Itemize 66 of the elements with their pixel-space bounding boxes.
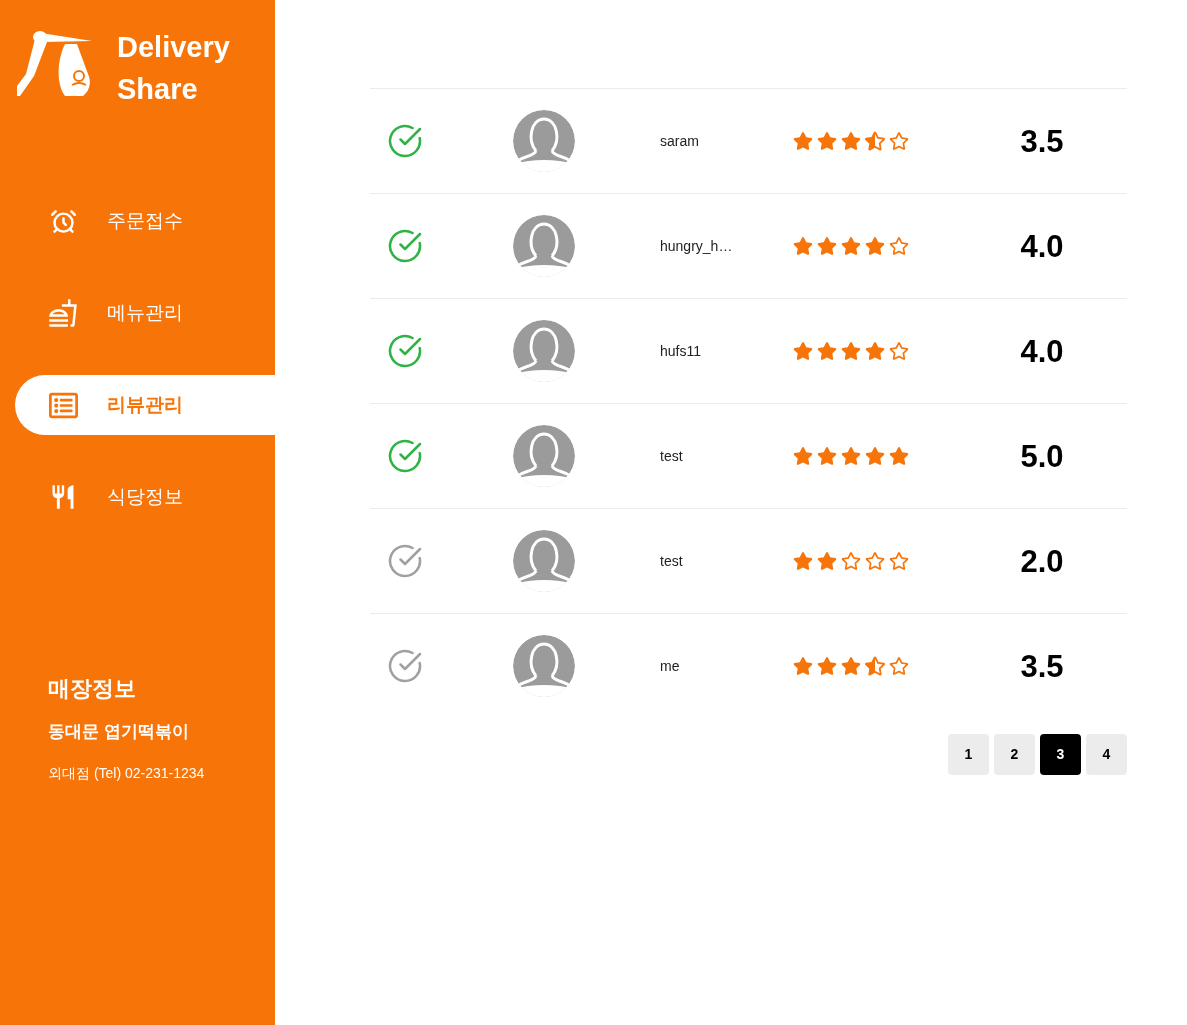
star-icon — [793, 656, 813, 676]
half-star-icon — [865, 656, 885, 676]
check-circle-icon[interactable] — [387, 438, 423, 474]
empty-star-icon — [889, 131, 909, 151]
star-icon — [889, 446, 909, 466]
username: saram — [660, 131, 699, 151]
avatar-silhouette-icon — [513, 320, 575, 382]
star-icon — [817, 236, 837, 256]
alarm-clock-icon — [49, 207, 77, 235]
rating-score: 4.0 — [1020, 335, 1064, 367]
star-icon — [865, 341, 885, 361]
empty-star-icon — [889, 236, 909, 256]
page-button[interactable]: 1 — [948, 734, 989, 775]
star-icon — [817, 341, 837, 361]
list-icon — [48, 390, 78, 420]
rating-score: 3.5 — [1020, 125, 1064, 157]
rating-score: 2.0 — [1020, 545, 1064, 577]
brand-title: Delivery Share — [117, 30, 231, 107]
page-button[interactable]: 2 — [994, 734, 1035, 775]
check-circle-icon[interactable] — [387, 228, 423, 264]
half-star-icon — [865, 131, 885, 151]
avatar-silhouette-icon — [513, 635, 575, 697]
star-icon — [817, 551, 837, 571]
avatar-silhouette-icon — [513, 425, 575, 487]
star-icon — [793, 551, 813, 571]
store-detail: 외대점 (Tel) 02-231-1234 — [48, 764, 205, 783]
page-button[interactable]: 3 — [1040, 734, 1081, 775]
username: test — [660, 446, 683, 466]
empty-star-icon — [865, 551, 885, 571]
username: hufs11 — [660, 341, 701, 361]
empty-star-icon — [889, 341, 909, 361]
star-icon — [817, 131, 837, 151]
star-icon — [793, 236, 813, 256]
page-button[interactable]: 4 — [1086, 734, 1127, 775]
star-icon — [865, 446, 885, 466]
star-icon — [841, 131, 861, 151]
star-icon — [793, 446, 813, 466]
rating-score: 5.0 — [1020, 440, 1064, 472]
empty-star-icon — [841, 551, 861, 571]
avatar-silhouette-icon — [513, 530, 575, 592]
star-icon — [793, 341, 813, 361]
rating-score: 3.5 — [1020, 650, 1064, 682]
star-icon — [817, 446, 837, 466]
star-icon — [841, 656, 861, 676]
empty-star-icon — [889, 656, 909, 676]
empty-star-icon — [889, 551, 909, 571]
star-icon — [841, 341, 861, 361]
stork-logo-icon — [17, 30, 92, 98]
username: hungry_h… — [660, 236, 733, 256]
star-icon — [793, 131, 813, 151]
star-icon — [841, 446, 861, 466]
store-name: 동대문 엽기떡볶이 — [48, 721, 189, 743]
check-circle-icon[interactable] — [387, 123, 423, 159]
username: test — [660, 551, 683, 571]
star-icon — [865, 236, 885, 256]
avatar-silhouette-icon — [513, 110, 575, 172]
store-info-heading: 매장정보 — [48, 675, 136, 703]
username: me — [660, 656, 680, 676]
burger-and-drink-icon — [48, 298, 78, 328]
check-circle-icon[interactable] — [387, 648, 423, 684]
star-icon — [817, 656, 837, 676]
check-circle-icon[interactable] — [387, 333, 423, 369]
check-circle-icon[interactable] — [387, 543, 423, 579]
avatar-silhouette-icon — [513, 215, 575, 277]
rating-score: 4.0 — [1020, 230, 1064, 262]
star-icon — [841, 236, 861, 256]
